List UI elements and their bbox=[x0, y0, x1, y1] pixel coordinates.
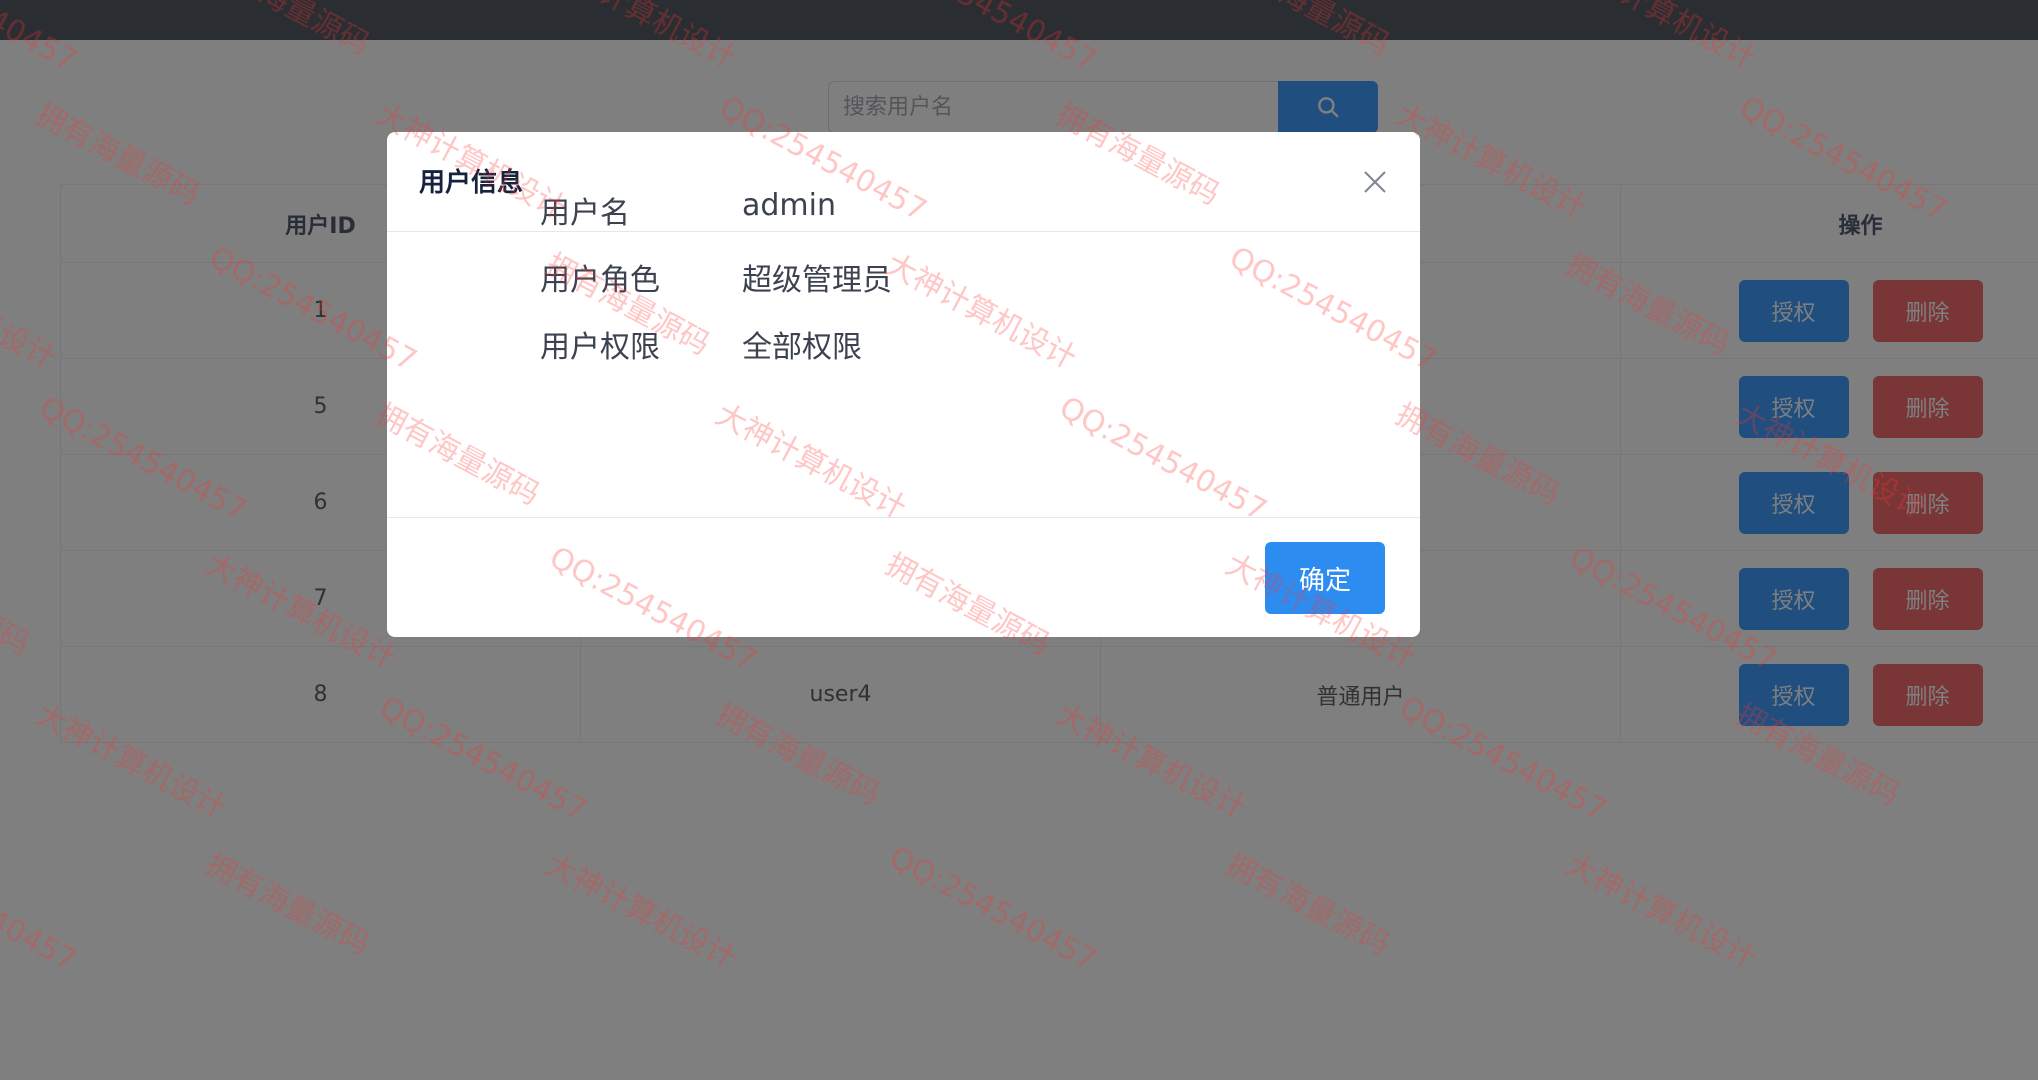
confirm-button[interactable]: 确定 bbox=[1265, 542, 1385, 614]
info-label: 用户权限 bbox=[540, 330, 660, 365]
info-value: 全部权限 bbox=[742, 330, 862, 365]
info-label: 用户角色 bbox=[540, 263, 660, 298]
info-value: 超级管理员 bbox=[742, 263, 892, 298]
info-label: 用户名 bbox=[540, 196, 630, 231]
close-icon bbox=[1364, 171, 1386, 193]
info-row-username: 用户名 admin bbox=[540, 188, 836, 231]
dialog-title: 用户信息 bbox=[419, 168, 524, 198]
info-row-permission: 用户权限 全部权限 bbox=[540, 322, 862, 365]
info-value: admin bbox=[742, 188, 836, 223]
info-row-role: 用户角色 超级管理员 bbox=[540, 255, 892, 298]
user-info-dialog: 用户信息 用户名 admin 用户角色 超级管理员 用户权限 全部权限 确定 bbox=[387, 132, 1420, 637]
dialog-body: 用户名 admin 用户角色 超级管理员 用户权限 全部权限 bbox=[387, 188, 1420, 416]
dialog-close-button[interactable] bbox=[1359, 166, 1391, 198]
